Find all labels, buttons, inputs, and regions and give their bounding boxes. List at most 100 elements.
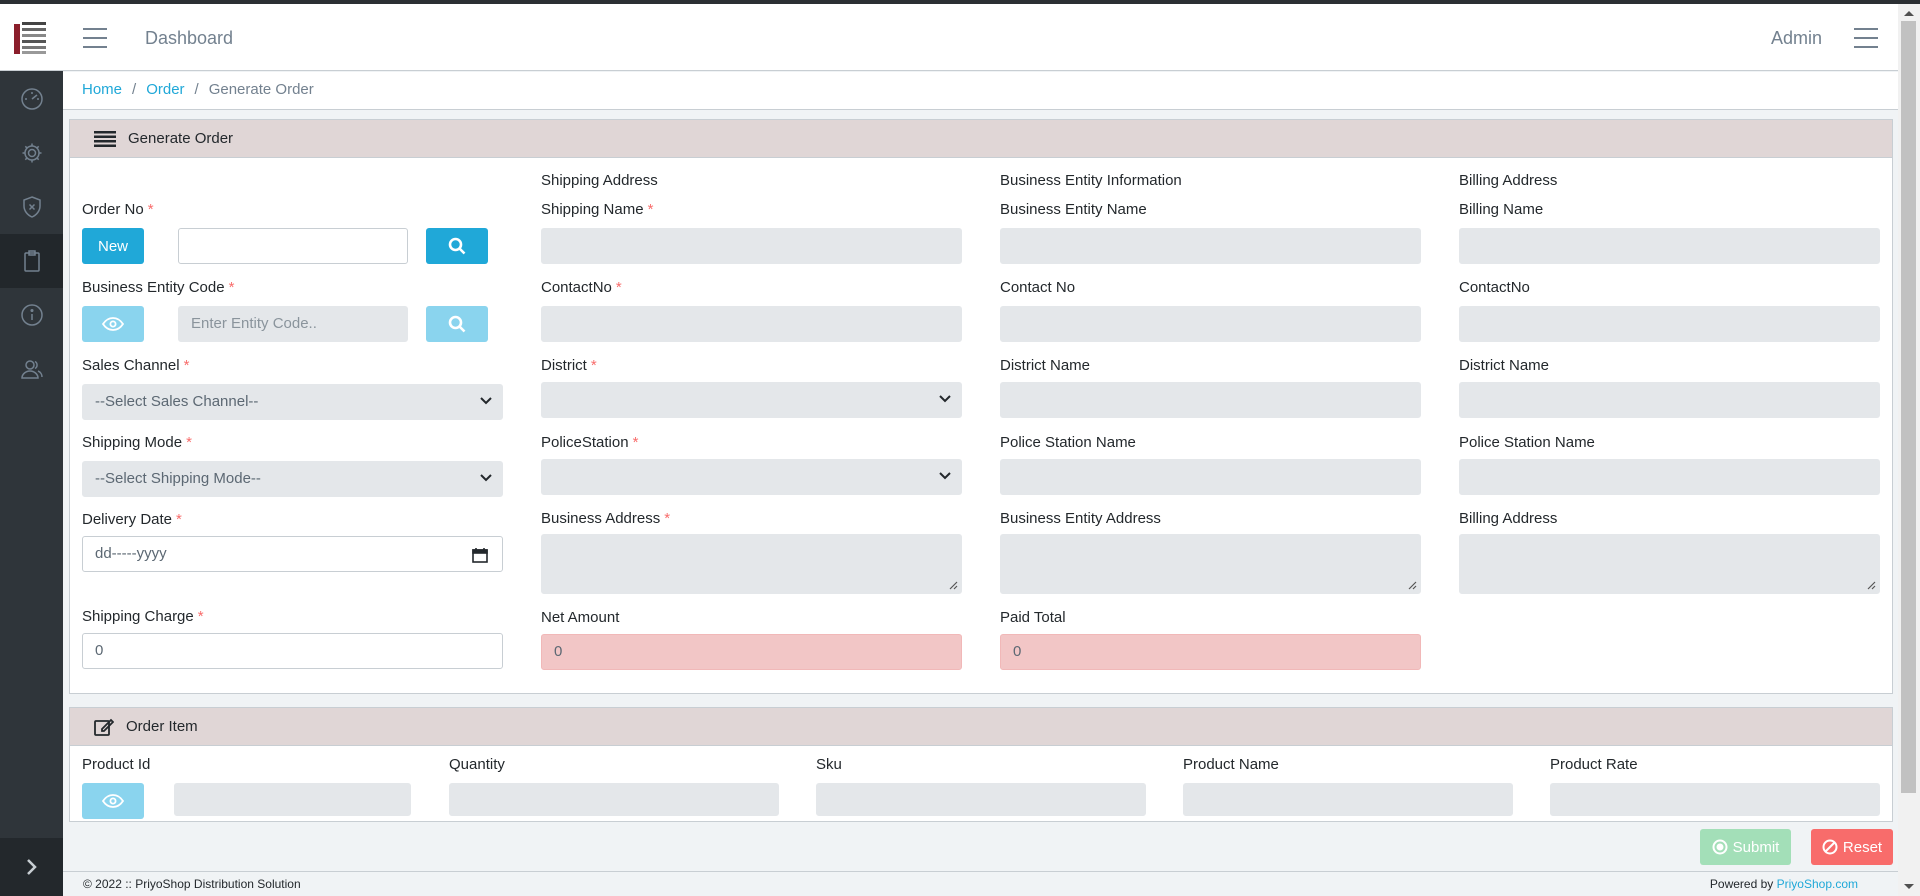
clipboard-icon[interactable] bbox=[0, 234, 63, 288]
resize-grip-icon[interactable] bbox=[1867, 581, 1876, 590]
footer-copyright: © 2022 :: PriyoShop Distribution Solutio… bbox=[83, 877, 301, 891]
shield-icon[interactable] bbox=[0, 180, 63, 234]
billing-contact-field bbox=[1459, 306, 1880, 342]
scrollbar-thumb[interactable] bbox=[1901, 21, 1916, 793]
shipping-charge-input[interactable]: 0 bbox=[82, 633, 503, 669]
order-item-card: Order Item Product Id Quantity Sku Produ… bbox=[69, 707, 1893, 822]
breadcrumb-order-link[interactable]: Order bbox=[146, 81, 184, 98]
breadcrumb-home-link[interactable]: Home bbox=[82, 81, 122, 98]
billing-address-textarea bbox=[1459, 534, 1880, 594]
aside-menu-hamburger-icon[interactable] bbox=[1854, 28, 1878, 48]
entity-code-label: Business Entity Code * bbox=[82, 279, 235, 296]
business-district-field bbox=[1000, 382, 1421, 418]
chevron-down-icon bbox=[939, 472, 951, 480]
billing-police-label: Police Station Name bbox=[1459, 434, 1595, 451]
shipping-mode-select[interactable]: --Select Shipping Mode-- bbox=[82, 461, 503, 497]
list-lines-icon bbox=[94, 130, 116, 147]
shipping-address-label: Business Address * bbox=[541, 510, 671, 527]
sidebar-minimizer-button[interactable] bbox=[0, 838, 63, 896]
product-id-input[interactable] bbox=[174, 783, 411, 816]
search-icon bbox=[448, 315, 466, 333]
resize-grip-icon[interactable] bbox=[949, 581, 958, 590]
product-view-button[interactable] bbox=[82, 783, 144, 819]
shipping-address-heading: Shipping Address bbox=[541, 172, 658, 189]
generate-order-card-title: Generate Order bbox=[128, 130, 234, 147]
brand-logo bbox=[14, 22, 46, 54]
users-icon[interactable] bbox=[0, 342, 63, 396]
settings-gear-icon[interactable] bbox=[0, 126, 63, 180]
entity-view-button[interactable] bbox=[82, 306, 144, 342]
business-contact-label: Contact No bbox=[1000, 279, 1076, 296]
business-entity-info-heading: Business Entity Information bbox=[1000, 172, 1182, 189]
shipping-district-label: District * bbox=[541, 357, 597, 374]
sidebar-toggle-hamburger-icon[interactable] bbox=[83, 28, 107, 48]
resize-grip-icon[interactable] bbox=[1408, 581, 1417, 590]
delivery-date-label: Delivery Date * bbox=[82, 511, 182, 528]
billing-address-heading: Billing Address bbox=[1459, 172, 1558, 189]
billing-contact-label: ContactNo bbox=[1459, 279, 1530, 296]
generate-order-card: Generate Order Shipping Address Business… bbox=[69, 119, 1893, 694]
submit-button-label: Submit bbox=[1732, 838, 1780, 856]
product-rate-field bbox=[1550, 783, 1880, 816]
sales-channel-label: Sales Channel * bbox=[82, 357, 190, 374]
admin-user-label[interactable]: Admin bbox=[1771, 28, 1822, 49]
order-no-input[interactable] bbox=[178, 228, 408, 264]
billing-police-field bbox=[1459, 459, 1880, 495]
shipping-mode-selected-value: --Select Shipping Mode-- bbox=[95, 470, 261, 487]
speedometer-icon[interactable] bbox=[0, 72, 63, 126]
sales-channel-select[interactable]: --Select Sales Channel-- bbox=[82, 384, 503, 420]
vertical-scrollbar[interactable] bbox=[1898, 4, 1920, 896]
sku-label: Sku bbox=[816, 756, 842, 773]
entity-code-input[interactable]: Enter Entity Code.. bbox=[178, 306, 408, 342]
footer-powered-label: Powered by bbox=[1709, 877, 1774, 891]
eye-icon bbox=[102, 794, 124, 808]
reset-button[interactable]: Reset bbox=[1811, 829, 1893, 865]
reset-button-label: Reset bbox=[1842, 838, 1883, 856]
entity-search-button[interactable] bbox=[426, 306, 488, 342]
order-search-button[interactable] bbox=[426, 228, 488, 264]
business-name-field bbox=[1000, 228, 1421, 264]
calendar-icon[interactable] bbox=[472, 547, 488, 563]
shipping-contact-input[interactable] bbox=[541, 306, 962, 342]
app-header: Dashboard Admin bbox=[63, 4, 1898, 71]
delivery-date-input[interactable]: dd-----yyyy bbox=[82, 536, 503, 572]
header-title[interactable]: Dashboard bbox=[145, 28, 233, 49]
shipping-contact-label: ContactNo * bbox=[541, 279, 622, 296]
product-id-label: Product Id bbox=[82, 756, 151, 773]
business-police-label: Police Station Name bbox=[1000, 434, 1136, 451]
submit-button[interactable]: Submit bbox=[1700, 829, 1791, 865]
shipping-address-textarea[interactable] bbox=[541, 534, 962, 594]
shipping-name-input[interactable] bbox=[541, 228, 962, 264]
billing-address-label: Billing Address bbox=[1459, 510, 1558, 527]
business-contact-field bbox=[1000, 306, 1421, 342]
shipping-district-select[interactable] bbox=[541, 382, 962, 418]
business-address-label: Business Entity Address bbox=[1000, 510, 1161, 527]
shipping-mode-label: Shipping Mode * bbox=[82, 434, 192, 451]
sidebar bbox=[0, 4, 63, 896]
brand-logo-cell[interactable] bbox=[0, 4, 63, 71]
breadcrumb: Home / Order / Generate Order bbox=[63, 72, 1898, 110]
footer-powered: Powered by PriyoShop.com bbox=[1710, 877, 1858, 891]
new-order-button[interactable]: New bbox=[82, 228, 144, 264]
quantity-label: Quantity bbox=[449, 756, 505, 773]
info-icon[interactable] bbox=[0, 288, 63, 342]
product-name-field bbox=[1183, 783, 1513, 816]
business-name-label: Business Entity Name bbox=[1000, 201, 1147, 218]
order-no-label: Order No * bbox=[82, 201, 154, 218]
net-amount-field: 0 bbox=[541, 634, 962, 670]
priyoshop-link[interactable]: PriyoShop.com bbox=[1777, 877, 1858, 891]
dot-circle-icon bbox=[1712, 839, 1728, 855]
eye-icon bbox=[102, 317, 124, 331]
quantity-input[interactable] bbox=[449, 783, 779, 816]
order-item-card-header: Order Item bbox=[70, 708, 1892, 746]
business-district-label: District Name bbox=[1000, 357, 1091, 374]
business-address-textarea bbox=[1000, 534, 1421, 594]
sales-channel-selected-value: --Select Sales Channel-- bbox=[95, 393, 259, 410]
search-icon bbox=[448, 237, 466, 255]
chevron-down-icon bbox=[480, 397, 492, 405]
product-rate-label: Product Rate bbox=[1550, 756, 1638, 773]
shipping-police-select[interactable] bbox=[541, 459, 962, 495]
generate-order-card-header: Generate Order bbox=[70, 120, 1892, 158]
scroll-up-arrow-icon[interactable] bbox=[1898, 6, 1920, 20]
scroll-down-arrow-icon[interactable] bbox=[1898, 880, 1920, 894]
